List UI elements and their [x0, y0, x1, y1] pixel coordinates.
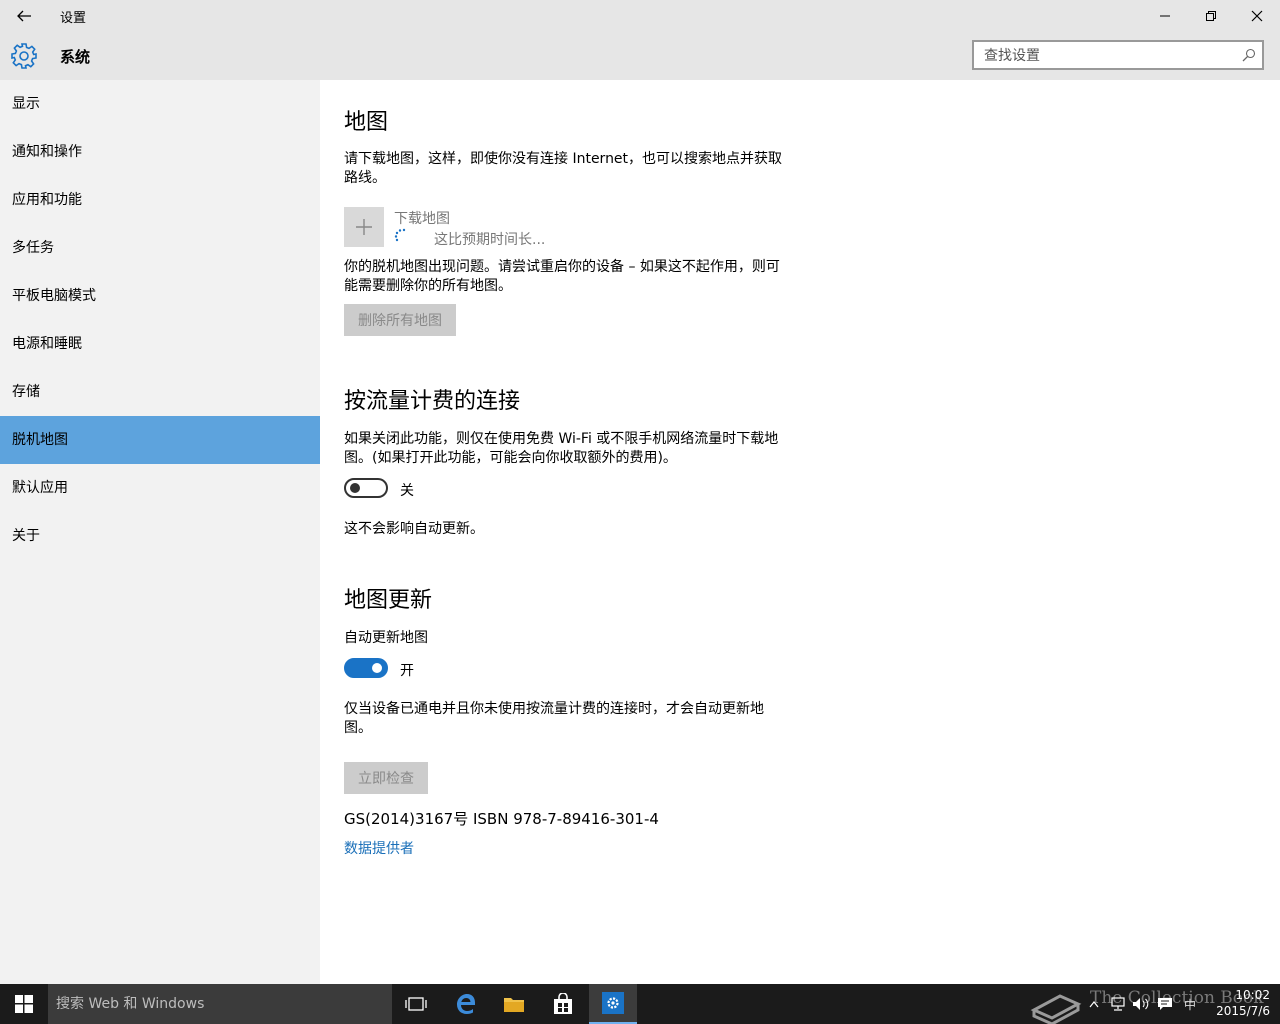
maps-error-text: 你的脱机地图出现问题。请尝试重启你的设备 – 如果这不起作用，则可能需要删除你的…: [344, 259, 780, 294]
sidebar-item-multitasking[interactable]: 多任务: [0, 224, 320, 272]
close-button[interactable]: [1234, 0, 1280, 32]
settings-search-input[interactable]: [984, 46, 1234, 66]
sidebar-item-storage[interactable]: 存储: [0, 368, 320, 416]
sidebar-item-apps-features[interactable]: 应用和功能: [0, 176, 320, 224]
taskbar-search-input[interactable]: [56, 994, 376, 1014]
network-tray-button[interactable]: [1108, 984, 1128, 1024]
plus-icon: [356, 219, 372, 235]
chevron-up-icon: [1089, 1001, 1099, 1008]
auto-update-toggle-state: 开: [400, 663, 414, 679]
sidebar-item-offline-maps[interactable]: 脱机地图: [0, 416, 320, 464]
metered-note: 这不会影响自动更新。: [344, 521, 484, 537]
sidebar: 显示 通知和操作 应用和功能 多任务 平板电脑模式 电源和睡眠 存储 脱机地图 …: [0, 80, 320, 984]
action-center-button[interactable]: [1154, 984, 1176, 1024]
minimize-icon: [1160, 15, 1170, 17]
clock-date: 2015/7/6: [1216, 1004, 1270, 1018]
maps-heading: 地图: [344, 110, 389, 135]
ime-indicator[interactable]: 中: [1180, 984, 1200, 1024]
page-title: 系统: [60, 48, 91, 66]
task-view-button[interactable]: [392, 984, 440, 1024]
task-view-icon: [405, 997, 427, 1011]
restore-button[interactable]: [1188, 0, 1234, 32]
store-bag-icon: [554, 993, 572, 1014]
sidebar-item-tablet-mode[interactable]: 平板电脑模式: [0, 272, 320, 320]
back-button[interactable]: [8, 0, 40, 32]
start-button[interactable]: [0, 984, 48, 1024]
window-title: 设置: [60, 11, 87, 26]
folder-icon: [504, 998, 524, 1012]
settings-gear-icon: [602, 992, 624, 1014]
delete-all-maps-button[interactable]: 删除所有地图: [344, 304, 456, 336]
title-bar: 设置: [0, 0, 1280, 32]
license-text: GS(2014)3167号 ISBN 978-7-89416-301-4: [344, 810, 659, 828]
metered-toggle[interactable]: [344, 478, 388, 498]
windows-logo-icon: [15, 995, 33, 1013]
sidebar-item-display[interactable]: 显示: [0, 80, 320, 128]
metered-toggle-state: 关: [400, 483, 414, 499]
download-status-text: 这比预期时间长...: [434, 232, 546, 248]
header-bar: 系统: [0, 32, 1280, 80]
sidebar-item-power-sleep[interactable]: 电源和睡眠: [0, 320, 320, 368]
loading-spinner-icon: [394, 228, 406, 242]
minimize-button[interactable]: [1142, 0, 1188, 32]
download-maps-button[interactable]: [344, 207, 384, 247]
volume-tray-button[interactable]: [1130, 984, 1152, 1024]
auto-update-label: 自动更新地图: [344, 630, 428, 646]
metered-description: 如果关闭此功能，则仅在使用免费 Wi-Fi 或不限手机网络流量时下载地图。(如果…: [344, 431, 779, 466]
edge-icon: [457, 994, 475, 1014]
restore-icon: [1206, 11, 1216, 21]
settings-search-box[interactable]: [972, 40, 1264, 70]
toggle-knob: [372, 663, 382, 673]
toggle-knob: [350, 483, 360, 493]
sidebar-item-about[interactable]: 关于: [0, 512, 320, 560]
maps-description: 请下载地图，这样，即使你没有连接 Internet，也可以搜索地点并获取路线。: [344, 151, 783, 186]
taskbar-clock[interactable]: 10:02 2015/7/6: [1206, 987, 1270, 1019]
metered-heading: 按流量计费的连接: [344, 389, 521, 414]
taskbar: The Collection Book 中 10:02 2015/7/6: [0, 984, 1280, 1024]
clock-time: 10:02: [1235, 988, 1270, 1002]
file-explorer-button[interactable]: [490, 984, 538, 1024]
volume-icon: [1133, 998, 1149, 1010]
close-icon: [1251, 10, 1263, 22]
back-arrow-icon: [17, 10, 31, 22]
check-now-button[interactable]: 立即检查: [344, 762, 428, 794]
updates-heading: 地图更新: [344, 588, 433, 613]
main-content: 地图 请下载地图，这样，即使你没有连接 Internet，也可以搜索地点并获取路…: [320, 80, 1280, 984]
updates-description: 仅当设备已通电并且你未使用按流量计费的连接时，才会自动更新地图。: [344, 701, 764, 736]
store-button[interactable]: [539, 984, 587, 1024]
download-maps-label: 下载地图: [394, 211, 450, 227]
network-icon: [1111, 997, 1125, 1011]
taskbar-search-box[interactable]: [48, 984, 392, 1024]
sidebar-item-default-apps[interactable]: 默认应用: [0, 464, 320, 512]
auto-update-toggle[interactable]: [344, 658, 388, 678]
edge-browser-button[interactable]: [442, 984, 490, 1024]
search-icon[interactable]: [1242, 48, 1256, 62]
sidebar-item-notifications[interactable]: 通知和操作: [0, 128, 320, 176]
notification-icon: [1158, 998, 1172, 1010]
gear-icon: [11, 43, 37, 69]
show-hidden-icons-button[interactable]: [1086, 984, 1102, 1024]
data-provider-link[interactable]: 数据提供者: [344, 838, 414, 858]
settings-taskbar-button[interactable]: [589, 984, 637, 1024]
book-watermark-icon: [1030, 994, 1082, 1024]
